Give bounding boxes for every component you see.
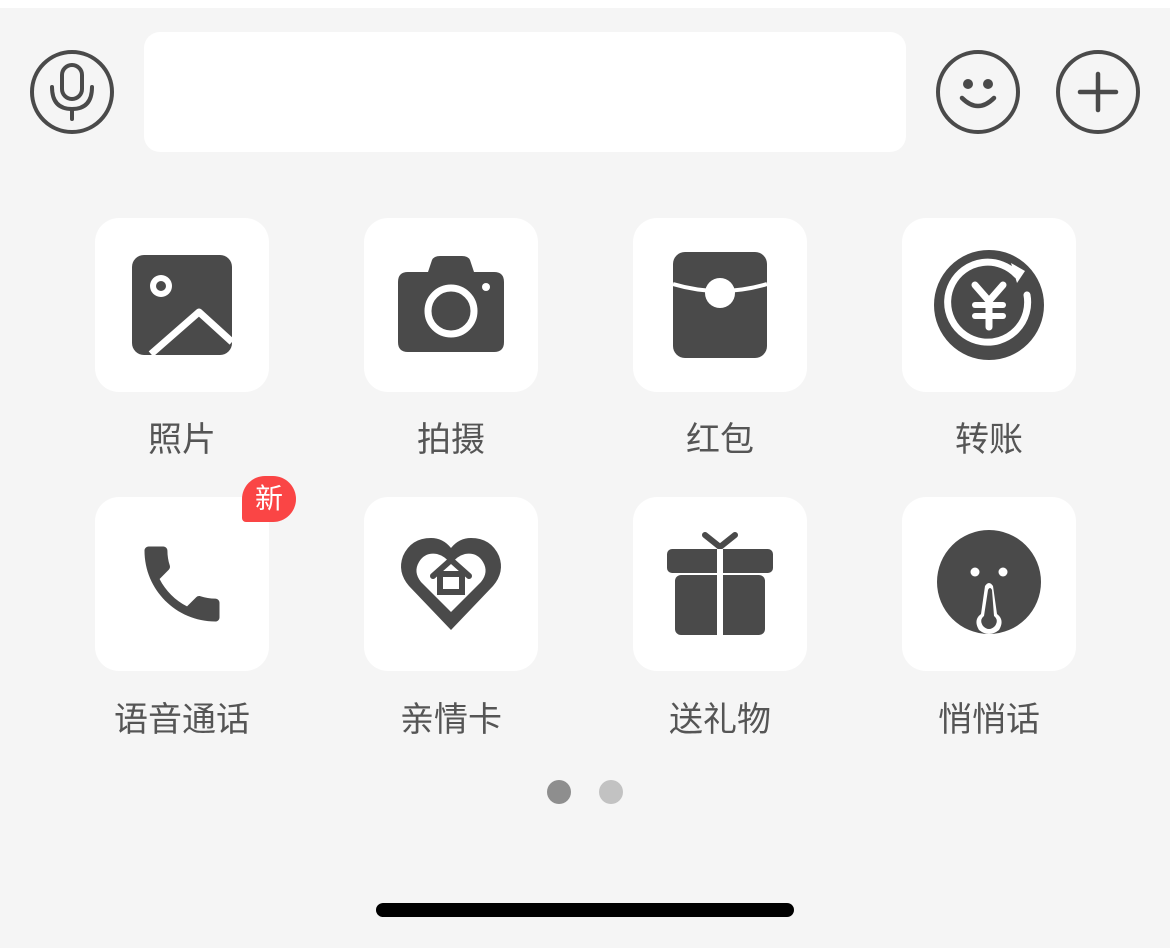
action-label: 照片 [148,420,216,460]
action-gift[interactable] [633,497,807,671]
message-input[interactable] [144,32,906,152]
microphone-icon [50,63,94,121]
emoji-button[interactable] [936,50,1020,134]
action-label: 悄悄话 [938,700,1040,740]
camera-icon [398,256,504,352]
whisper-icon [937,530,1041,634]
chat-input-panel: 照片 拍摄 红包 转账 新 语音通话 亲情卡 送礼物 悄悄话 [0,8,1170,948]
action-voice-call[interactable] [95,497,269,671]
new-badge: 新 [242,476,296,522]
action-family-card[interactable] [364,497,538,671]
action-camera[interactable] [364,218,538,392]
phone-icon [144,546,220,622]
photo-icon [132,255,233,356]
action-red-packet[interactable] [633,218,807,392]
action-label: 送礼物 [669,700,771,740]
action-label: 转账 [955,420,1023,460]
action-whisper[interactable] [902,497,1076,671]
action-photo[interactable] [95,218,269,392]
action-label: 红包 [686,420,754,460]
home-indicator[interactable] [376,903,794,917]
action-label: 拍摄 [417,420,485,460]
more-button[interactable] [1056,50,1140,134]
transfer-icon [934,250,1044,360]
gift-icon [667,532,773,637]
voice-button[interactable] [30,50,114,134]
page-dot-active[interactable] [547,780,571,804]
action-label: 语音通话 [114,700,250,740]
smiley-icon [959,79,997,109]
family-card-icon [401,538,501,630]
action-transfer[interactable] [902,218,1076,392]
red-packet-icon [673,252,767,358]
page-dot[interactable] [599,780,623,804]
plus-icon [1077,71,1119,113]
action-label: 亲情卡 [400,700,502,740]
